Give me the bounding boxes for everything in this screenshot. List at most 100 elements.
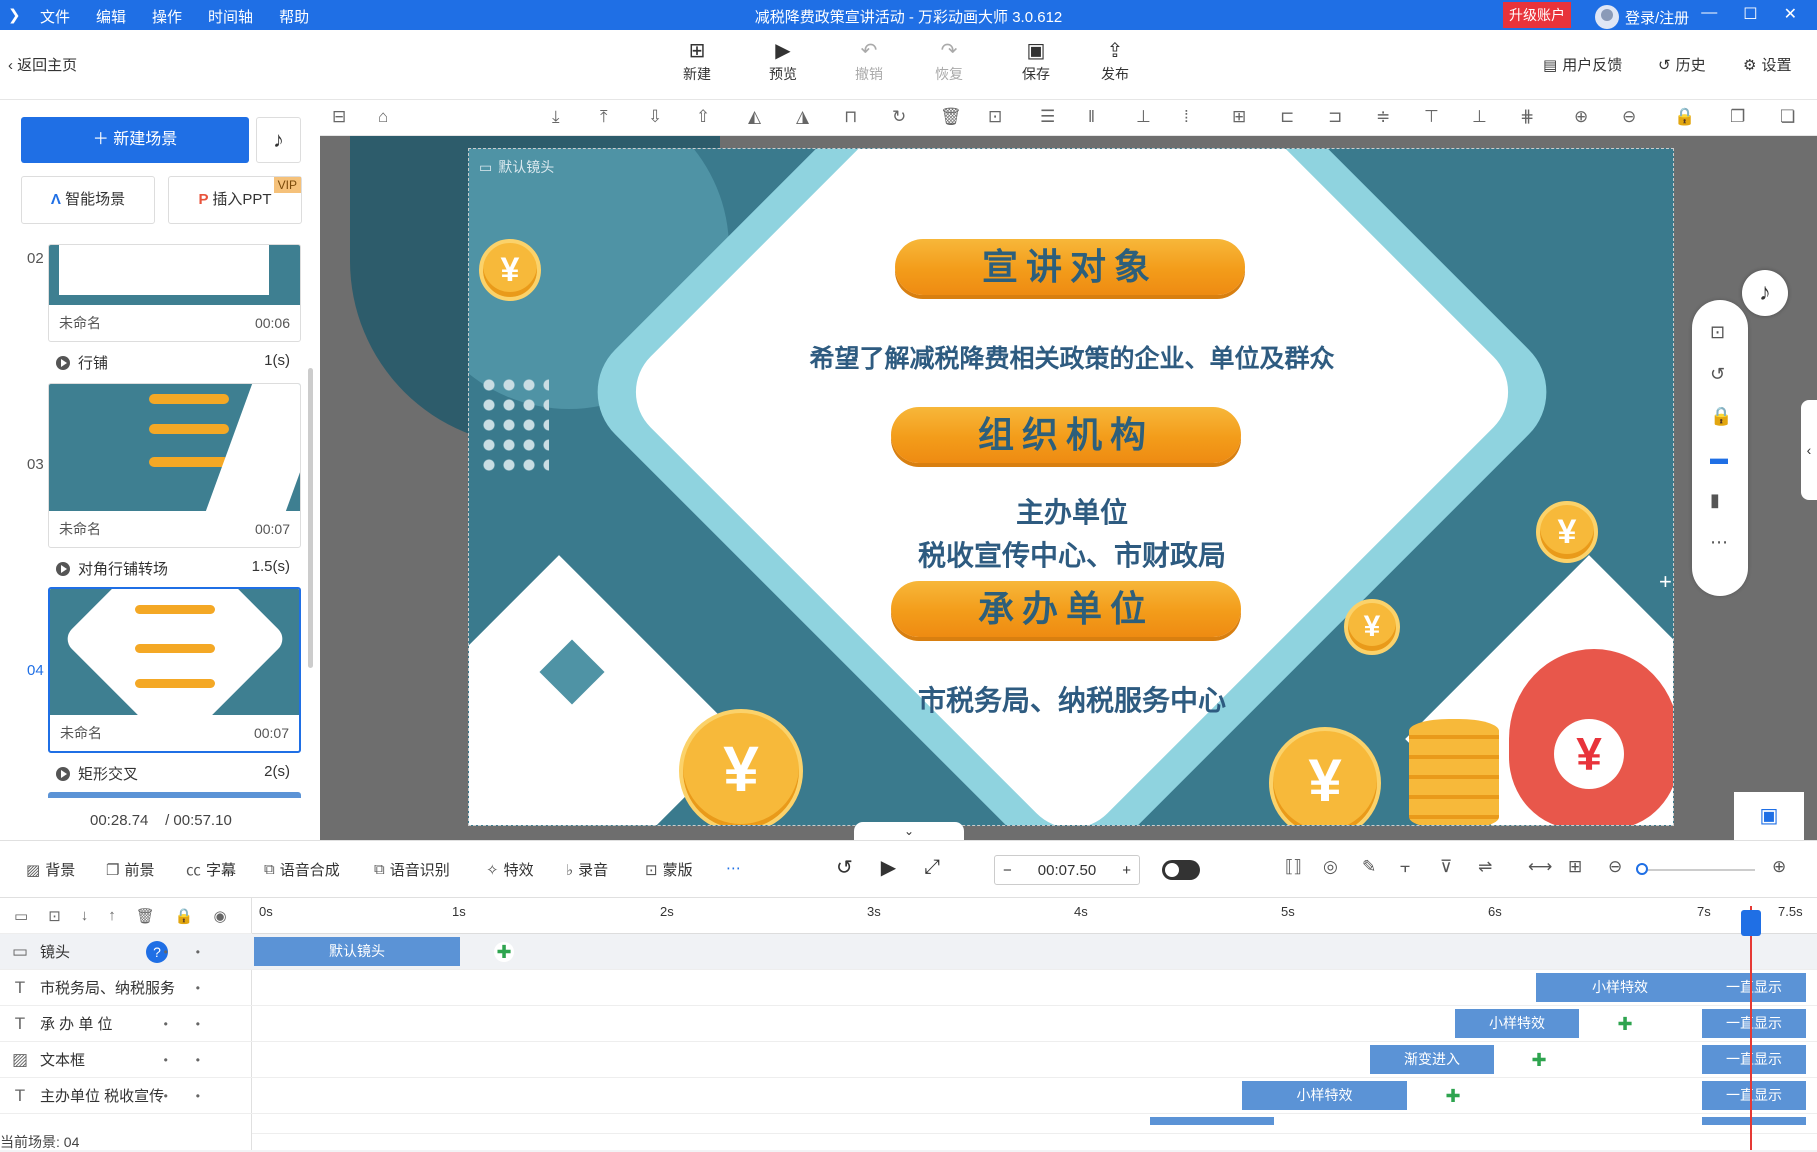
clip-end[interactable] xyxy=(1702,1117,1806,1125)
redo-button[interactable]: ↷ 恢复 xyxy=(919,38,979,84)
clip-end[interactable]: 一直显示 xyxy=(1702,1081,1806,1110)
mobile-icon[interactable]: ▮ xyxy=(1710,490,1720,511)
time-stepper[interactable]: − 00:07.50 + xyxy=(994,855,1140,885)
clip[interactable]: 渐变进入 xyxy=(1370,1045,1494,1074)
flip-h-icon[interactable]: ◭ xyxy=(748,107,761,127)
camera-icon[interactable]: ◎ xyxy=(1323,857,1338,877)
expand-icon[interactable]: ⤢ xyxy=(924,856,940,879)
eye-icon[interactable]: ◉ xyxy=(214,907,227,925)
coin-stack[interactable] xyxy=(1409,719,1499,825)
coin-icon[interactable]: ¥ xyxy=(1536,501,1598,563)
zoom-in-icon[interactable]: ⊕ xyxy=(1574,107,1588,127)
edit-icon[interactable]: ✎ xyxy=(1362,857,1376,877)
insert-ppt-button[interactable]: P 插入PPT VIP xyxy=(168,176,302,224)
adjust-icon[interactable]: ⇌ xyxy=(1478,857,1492,877)
track-camera[interactable]: ▭ 镜头? •• xyxy=(0,934,252,970)
stage-text[interactable]: 市税务局、纳税服务中心 xyxy=(469,679,1673,719)
lock-icon[interactable]: 🔒 xyxy=(175,907,194,925)
scene-thumbnail-02[interactable]: 未命名 00:06 xyxy=(48,244,301,342)
top-align-icon[interactable]: ⊤ xyxy=(1424,107,1439,127)
move-top-icon[interactable]: ⤒ xyxy=(600,107,608,127)
asr-button[interactable]: ⧉ 语音识别 xyxy=(374,859,450,880)
clip[interactable]: 小样特效 xyxy=(1242,1081,1407,1110)
align-bottom-icon[interactable]: ⊥ xyxy=(1136,107,1151,127)
preview-button[interactable]: ▶ 预览 xyxy=(753,38,813,84)
zoom-out-icon[interactable]: ⊖ xyxy=(1608,857,1622,877)
foreground-button[interactable]: ❐ 前景 xyxy=(106,859,154,880)
clip[interactable]: 默认镜头 xyxy=(254,937,460,966)
money-bag[interactable]: ¥ xyxy=(1509,649,1673,825)
rewind-icon[interactable]: ↺ xyxy=(836,855,853,880)
align-left-icon[interactable]: ⊏ xyxy=(1280,107,1294,127)
stage-canvas[interactable]: ▭ 默认镜头 宣讲对象 希望了解减税降费相关政策的企业、单位及群众 组织机构 主办… xyxy=(468,148,1674,826)
fullscreen-icon[interactable]: ⊡ xyxy=(1710,322,1725,343)
effects-button[interactable]: ✧ 特效 xyxy=(486,859,534,880)
copy-icon[interactable]: ❐ xyxy=(1730,107,1745,127)
scene-thumbnail-04[interactable]: 未命名 00:07 xyxy=(48,587,301,753)
stage-text[interactable]: 主办单位 xyxy=(469,491,1673,531)
heading-pill[interactable]: 组织机构 xyxy=(891,407,1241,463)
play-icon[interactable]: ▶ xyxy=(881,855,896,880)
login-button[interactable]: 登录/注册 xyxy=(1595,5,1689,29)
track-item[interactable]: T 承 办 单 位 •• xyxy=(0,1006,252,1042)
history-button[interactable]: ↺ 历史 xyxy=(1658,54,1706,75)
time-ruler[interactable]: 0s 1s 2s 3s 4s 5s 6s 7s 7.5s xyxy=(252,898,1817,934)
image-library-icon[interactable]: ▣ xyxy=(1734,792,1804,840)
close-icon[interactable]: ✕ xyxy=(1784,4,1797,24)
new-button[interactable]: ⊞ 新建 xyxy=(667,38,727,84)
add-keyframe-icon[interactable]: ✚ xyxy=(1529,1050,1549,1070)
transition-item[interactable]: 对角行铺转场 1.5(s) xyxy=(56,558,290,579)
h-distribute-icon[interactable]: ⋕ xyxy=(1520,107,1534,127)
fit-width-icon[interactable]: ⟷ xyxy=(1528,857,1552,877)
playhead-handle[interactable] xyxy=(1741,910,1761,936)
more-options-button[interactable]: ⋯ xyxy=(726,859,741,877)
clip[interactable]: 小样特效 xyxy=(1455,1009,1579,1038)
record-button[interactable]: ♭ 录音 xyxy=(566,859,608,880)
up-icon[interactable]: ↑ xyxy=(108,907,116,924)
flip-v-icon[interactable]: ◮ xyxy=(796,107,809,127)
stage-text[interactable]: 希望了解减税降费相关政策的企业、单位及群众 xyxy=(469,339,1673,375)
align-center-icon[interactable]: ⊞ xyxy=(1232,107,1246,127)
delete-icon[interactable]: 🗑 xyxy=(136,907,155,925)
heading-pill[interactable]: 宣讲对象 xyxy=(895,239,1245,295)
folder-icon[interactable]: ▭ xyxy=(14,907,28,925)
rotate-icon[interactable]: ↺ xyxy=(1710,364,1725,385)
zoom-slider-track[interactable] xyxy=(1645,869,1755,871)
lock-icon[interactable]: 🔒 xyxy=(1710,406,1732,427)
clip-end[interactable]: 一直显示 xyxy=(1702,1045,1806,1074)
move-bottom-icon[interactable]: ⤓ xyxy=(552,107,560,127)
split-icon[interactable]: ⫟ xyxy=(1400,857,1410,877)
coin-icon[interactable]: ¥ xyxy=(1269,727,1381,825)
back-home-button[interactable]: ‹ 返回主页 xyxy=(8,54,77,75)
add-keyframe-icon[interactable]: ✚ xyxy=(494,942,514,962)
rotate-icon[interactable]: ↻ xyxy=(892,107,906,127)
minus-icon[interactable]: − xyxy=(1003,862,1012,879)
background-button[interactable]: ▨ 背景 xyxy=(26,859,75,880)
distribute-icon[interactable]: ⁞ xyxy=(1184,107,1189,127)
smart-scene-button[interactable]: Λ 智能场景 xyxy=(21,176,155,224)
track-item[interactable]: T 市税务局、纳税服务 •• xyxy=(0,970,252,1006)
clip-end[interactable]: 一直显示 xyxy=(1702,1009,1806,1038)
scene-thumbnail-03[interactable]: 未命名 00:07 xyxy=(48,383,301,548)
heading-pill[interactable]: 承办单位 xyxy=(891,581,1241,637)
playhead[interactable] xyxy=(1750,906,1752,1150)
feedback-button[interactable]: ▤ 用户反馈 xyxy=(1543,54,1622,75)
one-to-one-icon[interactable]: ⊞ xyxy=(1568,857,1582,877)
undo-button[interactable]: ↶ 撤销 xyxy=(839,38,899,84)
coin-icon[interactable]: ¥ xyxy=(1344,599,1400,655)
minimize-icon[interactable]: — xyxy=(1701,4,1717,24)
transition-item[interactable]: 矩形交叉 2(s) xyxy=(56,763,290,784)
zoom-in-icon[interactable]: ⊕ xyxy=(1772,857,1786,877)
settings-button[interactable]: ⚙ 设置 xyxy=(1743,54,1791,75)
bottom-align-icon[interactable]: ⊥ xyxy=(1472,107,1487,127)
coin-icon[interactable]: ¥ xyxy=(679,709,803,825)
center-v-icon[interactable]: ≑ xyxy=(1376,107,1390,127)
save-button[interactable]: ▣ 保存 xyxy=(1006,38,1066,84)
add-keyframe-icon[interactable]: ✚ xyxy=(1615,1014,1635,1034)
more-icon[interactable]: ⋯ xyxy=(1710,532,1728,553)
maximize-icon[interactable]: ☐ xyxy=(1743,4,1757,24)
expand-code-icon[interactable]: ⟦⟧ xyxy=(1285,857,1302,877)
new-scene-button[interactable]: ＋ 新建场景 xyxy=(21,117,249,163)
chevron-down-icon[interactable]: ⌄ xyxy=(854,822,964,840)
clip-end[interactable]: 一直显示 xyxy=(1702,973,1806,1002)
